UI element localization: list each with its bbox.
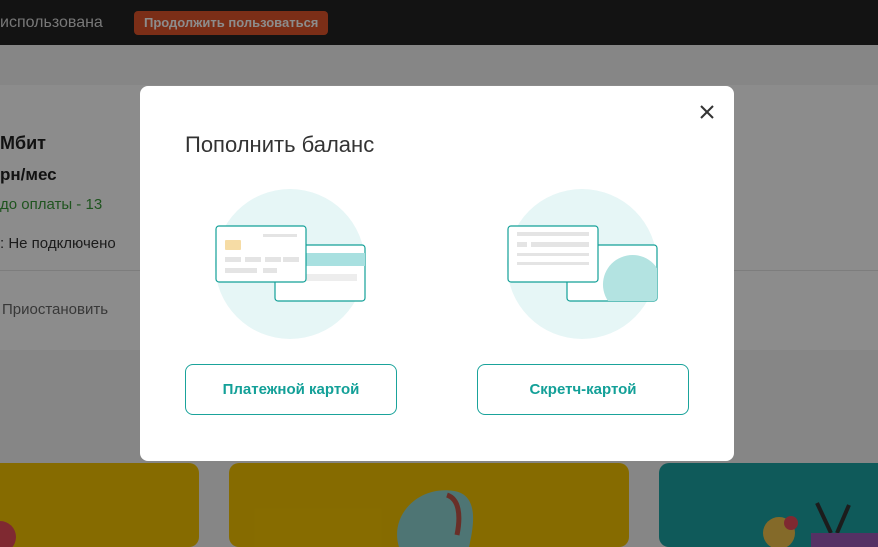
scratch-card-icon: [507, 189, 658, 339]
bank-card-icon: [215, 189, 366, 339]
pay-by-card-button[interactable]: Платежной картой: [185, 364, 397, 415]
pay-by-scratch-card-button[interactable]: Скретч-картой: [477, 364, 689, 415]
close-icon: [700, 105, 714, 119]
close-button[interactable]: [695, 100, 719, 124]
top-up-balance-dialog: Пополнить баланс Платежной картой Скретч…: [140, 86, 734, 461]
dialog-title: Пополнить баланс: [185, 132, 375, 157]
